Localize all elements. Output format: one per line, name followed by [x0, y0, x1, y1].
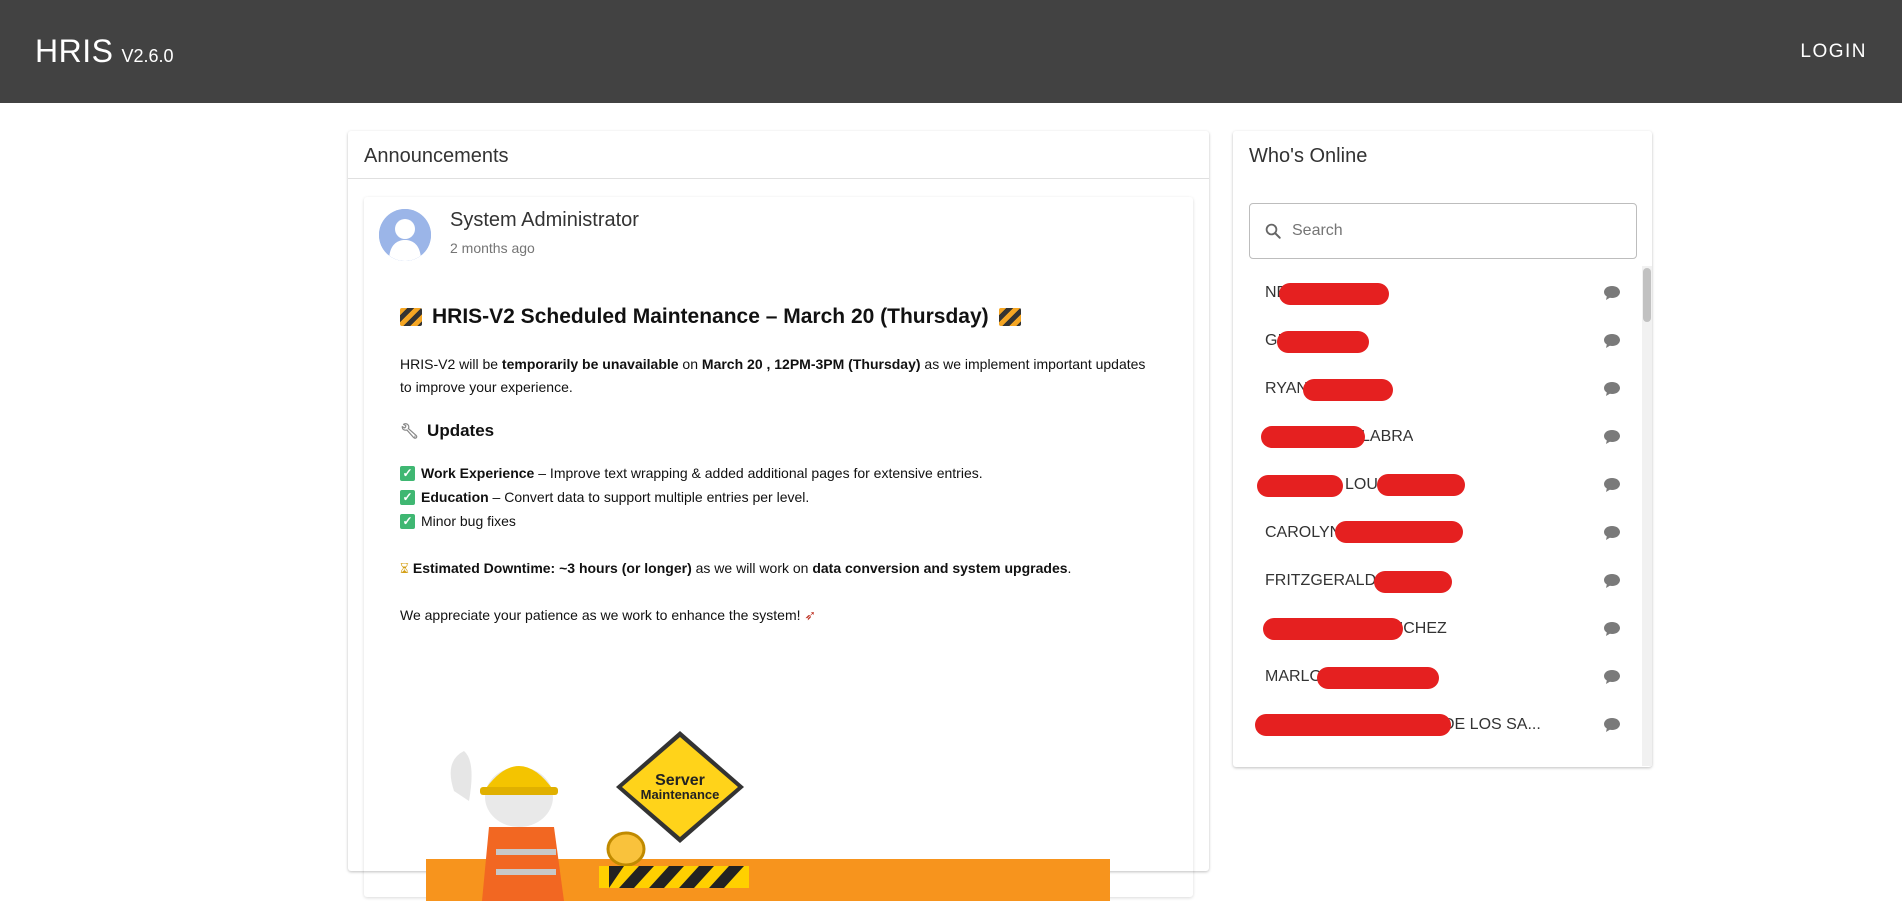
redaction-mark: [1303, 379, 1393, 401]
user-silhouette-icon: [379, 209, 431, 261]
app-bar: HRIS V2.6.0 LOGIN: [0, 0, 1902, 103]
chat-icon[interactable]: [1603, 285, 1621, 301]
list-item[interactable]: ANCHEZ: [1249, 605, 1637, 653]
list-item-desc: – Convert data to support multiple entri…: [488, 489, 810, 505]
downtime-text: as we will work on: [691, 560, 813, 576]
search-icon: [1265, 223, 1281, 239]
user-name: CAROLYN: [1265, 524, 1342, 541]
list-item-text: Minor bug fixes: [421, 509, 516, 533]
search-input[interactable]: [1292, 222, 1612, 240]
updates-title: Updates: [427, 421, 495, 440]
list-item: ✓ Education – Convert data to support mu…: [400, 485, 1160, 509]
closing-paragraph: We appreciate your patience as we work t…: [400, 604, 1160, 627]
check-icon: ✓: [400, 489, 415, 505]
intro-bold-1: temporarily be unavailable: [501, 356, 679, 372]
construction-barrier-icon: [998, 308, 1021, 326]
list-item-bold: Education: [421, 489, 489, 505]
user-list-scrollbar[interactable]: [1642, 266, 1652, 766]
online-user-list: NE GI RYAN LABRA LOUIE CAROLYN FRITZGERA…: [1249, 269, 1637, 767]
app-name: HRIS: [35, 33, 114, 69]
list-item-text: Education – Convert data to support mult…: [421, 485, 809, 509]
brand[interactable]: HRIS V2.6.0: [35, 33, 174, 70]
redaction-mark: [1374, 571, 1452, 593]
intro-text-1: HRIS-V2 will be: [400, 356, 502, 372]
whos-online-panel: Who's Online NE GI RYAN LABRA: [1233, 131, 1652, 767]
updates-list: ✓ Work Experience – Improve text wrappin…: [400, 461, 1160, 533]
redaction-mark: [1317, 667, 1439, 689]
user-name: FRITZGERALD: [1265, 572, 1377, 589]
downtime-paragraph: ⏳︎ Estimated Downtime: ~3 hours (or longe…: [400, 557, 1160, 580]
sign-line-2: Maintenance: [641, 787, 720, 802]
check-icon: ✓: [400, 513, 415, 529]
redaction-mark: [1335, 521, 1463, 543]
list-item: ✓ Minor bug fixes: [400, 509, 1160, 533]
chat-icon[interactable]: [1603, 621, 1621, 637]
app-version: V2.6.0: [121, 46, 174, 66]
intro-text-2: on: [678, 356, 702, 372]
hourglass-icon: ⏳︎: [400, 560, 409, 576]
list-item[interactable]: DE LOS SA...: [1249, 701, 1637, 749]
redaction-mark: [1257, 475, 1343, 497]
list-item: ✓ Work Experience – Improve text wrappin…: [400, 461, 1160, 485]
wrench-icon: 🔧︎: [400, 423, 420, 440]
redaction-mark: [1277, 331, 1369, 353]
downtime-end: .: [1067, 560, 1072, 576]
post-timestamp: 2 months ago: [450, 240, 535, 256]
list-item[interactable]: LOUIE: [1249, 461, 1637, 509]
rocket-icon: ➶: [804, 607, 817, 623]
downtime-bold-2: data conversion and system upgrades: [812, 560, 1068, 576]
chat-icon[interactable]: [1603, 333, 1621, 349]
list-item-bold: Work Experience: [421, 465, 535, 481]
post-headline: HRIS-V2 Scheduled Maintenance – March 20…: [400, 305, 1160, 329]
chat-icon[interactable]: [1603, 669, 1621, 685]
login-button[interactable]: LOGIN: [1800, 41, 1867, 63]
list-item[interactable]: MARLO: [1249, 653, 1637, 701]
announcement-post: System Administrator 2 months ago HRIS-V…: [364, 197, 1193, 901]
scrollbar-thumb[interactable]: [1643, 268, 1651, 322]
list-item[interactable]: CAROLYN: [1249, 509, 1637, 557]
list-item[interactable]: NE: [1249, 269, 1637, 317]
updates-heading: 🔧︎ Updates: [400, 421, 1160, 441]
list-item[interactable]: GI: [1249, 317, 1637, 365]
list-item[interactable]: LABRA: [1249, 413, 1637, 461]
intro-paragraph: HRIS-V2 will be temporarily be unavailab…: [400, 353, 1160, 399]
server-maintenance-illustration: Server Maintenance: [426, 731, 1110, 901]
list-item[interactable]: RYAN: [1249, 365, 1637, 413]
redaction-mark: [1255, 714, 1451, 736]
redaction-mark: [1377, 474, 1465, 496]
list-item-desc: – Improve text wrapping & added addition…: [534, 465, 983, 481]
redaction-mark: [1261, 426, 1365, 448]
chat-icon[interactable]: [1603, 573, 1621, 589]
chat-icon[interactable]: [1603, 477, 1621, 493]
list-item[interactable]: FRITZGERALD: [1249, 557, 1637, 605]
post-author: System Administrator: [450, 209, 639, 231]
list-item-desc: Minor bug fixes: [421, 513, 516, 529]
headline-text: HRIS-V2 Scheduled Maintenance – March 20…: [432, 305, 989, 328]
redaction-mark: [1279, 283, 1389, 305]
check-icon: ✓: [400, 465, 415, 481]
chat-icon[interactable]: [1603, 525, 1621, 541]
chat-icon[interactable]: [1603, 429, 1621, 445]
whos-online-title: Who's Online: [1249, 145, 1368, 167]
redaction-mark: [1263, 618, 1403, 640]
search-field[interactable]: [1249, 203, 1637, 259]
chat-icon[interactable]: [1603, 381, 1621, 397]
user-name: RYAN: [1265, 380, 1308, 397]
closing-text: We appreciate your patience as we work t…: [400, 607, 801, 623]
announcements-panel: Announcements System Administrator 2 mon…: [348, 131, 1209, 901]
construction-barrier-icon: [400, 308, 422, 326]
downtime-bold: Estimated Downtime: ~3 hours (or longer): [412, 560, 692, 576]
intro-bold-2: March 20 , 12PM-3PM (Thursday): [701, 356, 921, 372]
chat-icon[interactable]: [1603, 717, 1621, 733]
avatar: [379, 209, 431, 261]
list-item-text: Work Experience – Improve text wrapping …: [421, 461, 983, 485]
post-content: HRIS-V2 Scheduled Maintenance – March 20…: [400, 305, 1160, 627]
user-name: MARLO: [1265, 668, 1322, 685]
announcements-title: Announcements: [348, 131, 1209, 179]
